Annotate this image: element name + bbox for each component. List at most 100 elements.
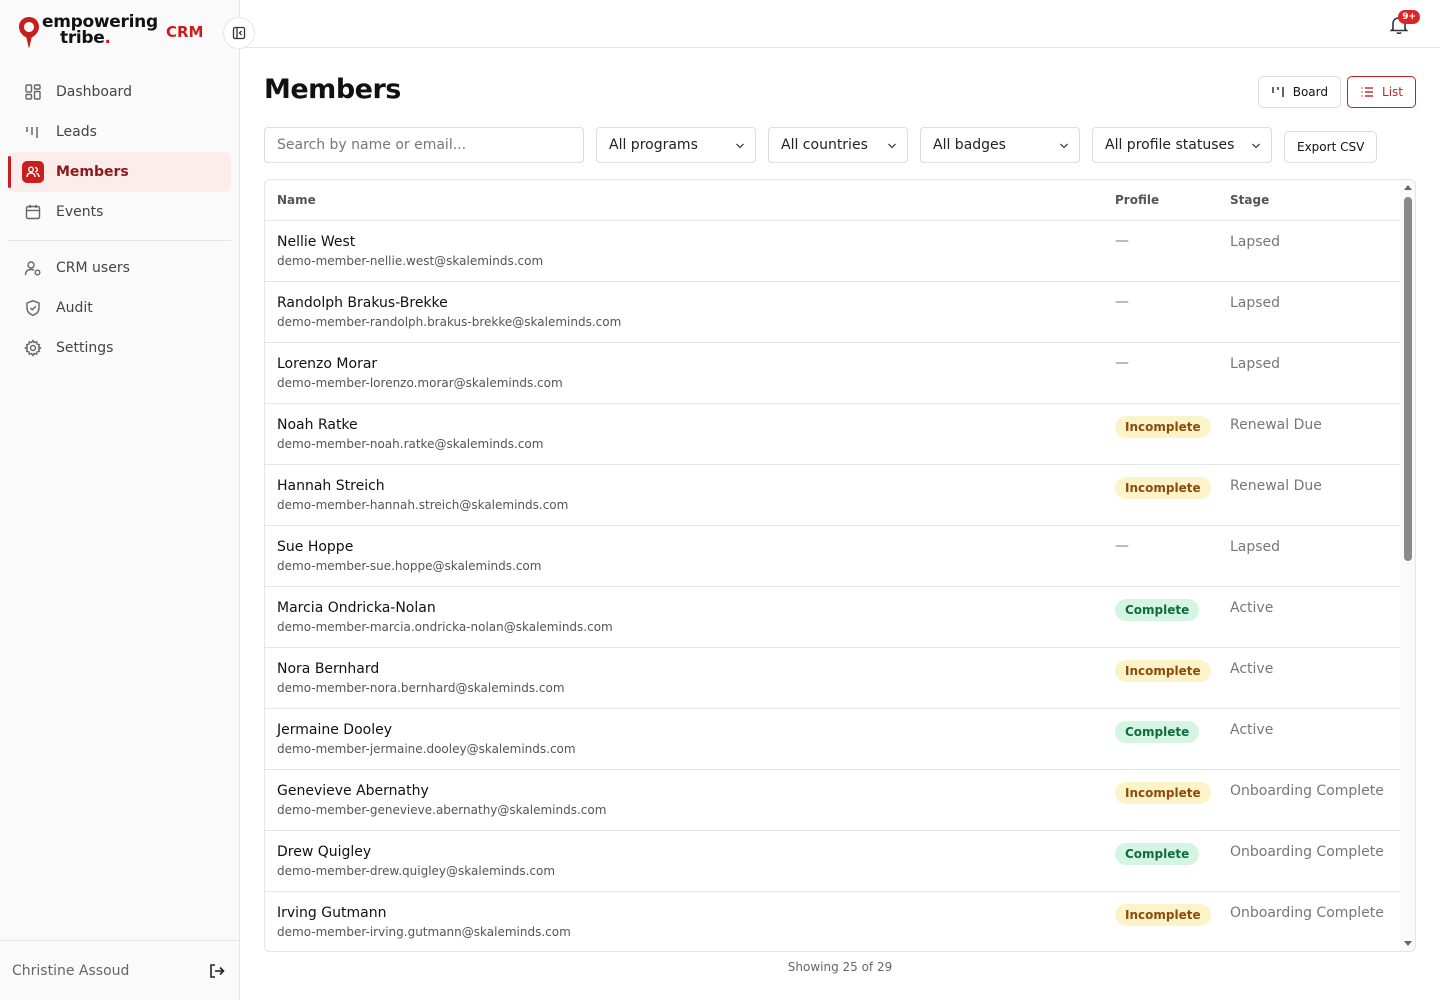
column-header-stage[interactable]: Stage <box>1230 193 1269 207</box>
profile-cell: Incomplete <box>1115 660 1211 682</box>
member-email: demo-member-hannah.streich@skaleminds.co… <box>277 498 569 512</box>
table-row[interactable]: Marcia Ondricka-Nolan demo-member-marcia.… <box>265 587 1400 648</box>
member-email: demo-member-genevieve.abernathy@skalemin… <box>277 803 607 817</box>
board-view-button[interactable]: Board <box>1257 76 1342 108</box>
profile-status-badge: Incomplete <box>1115 904 1211 926</box>
scroll-down-arrow[interactable] <box>1404 941 1412 946</box>
table-scrollbar[interactable] <box>1400 180 1415 951</box>
chevron-down-icon <box>736 143 744 149</box>
table-row[interactable]: Nora Bernhard demo-member-nora.bernhard@s… <box>265 648 1400 709</box>
chevron-down-icon <box>1252 143 1260 149</box>
table-row[interactable]: Nellie West demo-member-nellie.west@skale… <box>265 221 1400 282</box>
programs-select-value: All programs <box>609 137 698 153</box>
member-name[interactable]: Drew Quigley <box>277 844 371 860</box>
sidebar-footer: Christine Assoud <box>0 940 240 1000</box>
table-header: Name Profile Stage <box>265 180 1400 221</box>
brand-wordmark: empowering tribe. <box>42 12 158 48</box>
badges-select[interactable]: All badges <box>920 127 1080 163</box>
profile-cell: Complete <box>1115 843 1200 865</box>
member-name[interactable]: Nellie West <box>277 234 355 250</box>
member-email: demo-member-randolph.brakus-brekke@skale… <box>277 315 622 329</box>
page-title: Members <box>264 74 401 105</box>
sidebar-collapse-button[interactable] <box>223 17 255 49</box>
profile-cell: — <box>1115 355 1129 371</box>
member-email: demo-member-jermaine.dooley@skaleminds.c… <box>277 742 576 756</box>
countries-select[interactable]: All countries <box>768 127 908 163</box>
logout-icon[interactable] <box>208 962 226 980</box>
sidebar-item-label: Events <box>56 204 104 220</box>
sidebar-item-settings[interactable]: Settings <box>8 328 231 368</box>
stage-cell: Onboarding Complete <box>1230 905 1384 921</box>
member-name[interactable]: Jermaine Dooley <box>277 722 392 738</box>
sidebar-item-leads[interactable]: Leads <box>8 112 231 152</box>
table-row[interactable]: Genevieve Abernathy demo-member-genevieve… <box>265 770 1400 831</box>
stage-cell: Onboarding Complete <box>1230 783 1384 799</box>
table-row[interactable]: Lorenzo Morar demo-member-lorenzo.morar@s… <box>265 343 1400 404</box>
table-row[interactable]: Irving Gutmann demo-member-irving.gutmann… <box>265 892 1400 951</box>
table-row[interactable]: Noah Ratke demo-member-noah.ratke@skalemi… <box>265 404 1400 465</box>
leads-icon <box>26 127 38 138</box>
sidebar: empowering tribe. CRM Dashboard Leads Me… <box>0 0 240 1000</box>
current-user-name: Christine Assoud <box>12 962 130 979</box>
table-row[interactable]: Hannah Streich demo-member-hannah.streich… <box>265 465 1400 526</box>
profile-status-badge: Incomplete <box>1115 416 1211 438</box>
member-name[interactable]: Genevieve Abernathy <box>277 783 429 799</box>
member-email: demo-member-marcia.ondricka-nolan@skalem… <box>277 620 613 634</box>
scroll-up-arrow[interactable] <box>1404 185 1412 190</box>
gear-icon <box>24 339 42 357</box>
stage-cell: Lapsed <box>1230 234 1281 250</box>
board-icon <box>1272 87 1284 97</box>
member-name[interactable]: Sue Hoppe <box>277 539 353 555</box>
profile-cell: Incomplete <box>1115 477 1211 499</box>
export-csv-button[interactable]: Export CSV <box>1284 131 1378 163</box>
profile-cell: Complete <box>1115 721 1200 743</box>
profile-cell: Complete <box>1115 599 1200 621</box>
pagination-summary: Showing 25 of 29 <box>787 960 893 974</box>
table-row[interactable]: Randolph Brakus-Brekke demo-member-randol… <box>265 282 1400 343</box>
list-view-button[interactable]: List <box>1347 76 1416 108</box>
badges-select-value: All badges <box>933 137 1006 153</box>
profile-status-badge: Incomplete <box>1115 477 1211 499</box>
member-email: demo-member-nellie.west@skaleminds.com <box>277 254 544 268</box>
sidebar-item-label: Audit <box>56 300 93 316</box>
calendar-icon <box>25 204 41 220</box>
sidebar-item-label: Leads <box>56 124 97 140</box>
member-name[interactable]: Hannah Streich <box>277 478 385 494</box>
member-name[interactable]: Randolph Brakus-Brekke <box>277 295 448 311</box>
table-row[interactable]: Sue Hoppe demo-member-sue.hoppe@skalemind… <box>265 526 1400 587</box>
column-header-name[interactable]: Name <box>277 193 316 207</box>
profile-status-badge: Incomplete <box>1115 782 1211 804</box>
profile-status-badge: Complete <box>1115 843 1200 865</box>
table-row[interactable]: Jermaine Dooley demo-member-jermaine.dool… <box>265 709 1400 770</box>
view-toggle: Board List <box>1257 76 1416 108</box>
sidebar-item-crm-users[interactable]: CRM users <box>8 248 231 288</box>
sidebar-item-label: Settings <box>56 340 114 356</box>
profile-cell: — <box>1115 538 1129 554</box>
member-name[interactable]: Nora Bernhard <box>277 661 379 677</box>
member-name[interactable]: Irving Gutmann <box>277 905 386 921</box>
search-input[interactable] <box>264 127 584 163</box>
filter-bar: All programs All countries All badges Al… <box>264 127 1416 163</box>
sidebar-item-dashboard[interactable]: Dashboard <box>8 72 231 112</box>
sidebar-item-members[interactable]: Members <box>8 152 231 192</box>
member-name[interactable]: Noah Ratke <box>277 417 358 433</box>
dashboard-icon <box>25 84 41 100</box>
members-table: Name Profile Stage Nellie West demo-membe… <box>264 179 1416 952</box>
sidebar-item-audit[interactable]: Audit <box>8 288 231 328</box>
user-gear-icon <box>24 261 41 276</box>
stage-cell: Onboarding Complete <box>1230 844 1384 860</box>
profile-cell: Incomplete <box>1115 782 1211 804</box>
sidebar-item-label: Dashboard <box>56 84 132 100</box>
table-row[interactable]: Drew Quigley demo-member-drew.quigley@ska… <box>265 831 1400 892</box>
profile-status-badge: Incomplete <box>1115 660 1211 682</box>
programs-select[interactable]: All programs <box>596 127 756 163</box>
member-name[interactable]: Marcia Ondricka-Nolan <box>277 600 436 616</box>
profile-status-select[interactable]: All profile statuses <box>1092 127 1272 163</box>
member-name[interactable]: Lorenzo Morar <box>277 356 377 372</box>
sidebar-item-events[interactable]: Events <box>8 192 231 232</box>
profile-cell: Incomplete <box>1115 416 1211 438</box>
column-header-profile[interactable]: Profile <box>1115 193 1159 207</box>
profile-status-badge: Complete <box>1115 721 1200 743</box>
logo-pin-icon <box>19 17 39 49</box>
scroll-thumb[interactable] <box>1404 197 1412 561</box>
